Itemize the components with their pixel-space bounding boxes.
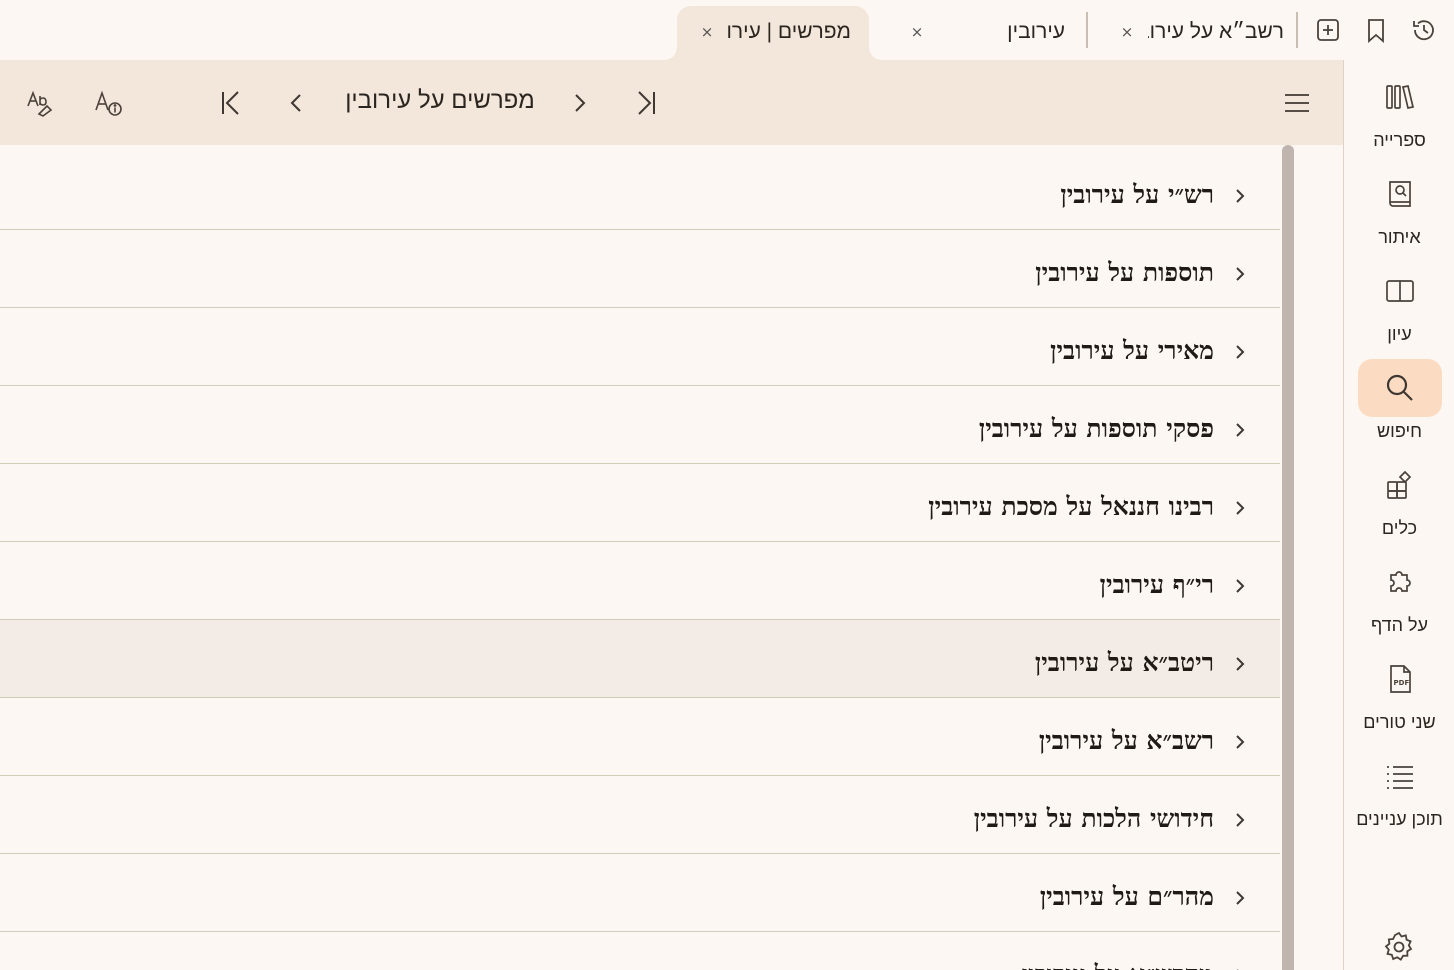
commentary-row[interactable]: תוספות על עירובין xyxy=(0,230,1280,308)
nav-label: איתור xyxy=(1378,227,1421,247)
tab-commentaries[interactable]: × מפרשים | עירובין xyxy=(665,6,881,60)
tools-icon xyxy=(1358,456,1442,514)
chevron-right-icon[interactable] xyxy=(1230,966,1250,970)
list-icon xyxy=(1358,747,1442,805)
toolbar: מפרשים על עירובין xyxy=(0,60,1343,145)
tab-eruvin[interactable]: × עירובין xyxy=(895,6,1085,60)
close-icon[interactable]: × xyxy=(697,22,717,42)
chevron-right-icon[interactable] xyxy=(1230,810,1250,830)
nav-label: תוכן עניינים xyxy=(1356,809,1443,829)
pdf-icon: PDF xyxy=(1358,650,1442,708)
first-page-icon[interactable] xyxy=(211,83,251,123)
nav-label: עיון xyxy=(1387,324,1412,344)
close-icon[interactable]: × xyxy=(907,22,927,42)
chevron-right-icon[interactable] xyxy=(1230,342,1250,362)
commentary-row[interactable]: רבינו חננאל על מסכת עירובין xyxy=(0,464,1280,542)
commentary-title: מהר״ם על עירובין xyxy=(1039,882,1214,911)
commentary-title: ריטב״א על עירובין xyxy=(1034,648,1214,677)
commentary-title: רבינו חננאל על מסכת עירובין xyxy=(928,492,1214,521)
gear-icon[interactable] xyxy=(1382,930,1416,964)
previous-icon[interactable] xyxy=(276,83,316,123)
open-book-icon xyxy=(1358,262,1442,320)
nav-label: שני טורים xyxy=(1363,712,1436,732)
commentary-title: חידושי הלכות על עירובין xyxy=(973,804,1214,833)
nav-library[interactable]: ספרייה xyxy=(1344,68,1454,164)
nav-study[interactable]: עיון xyxy=(1344,262,1454,358)
book-title: מפרשים על עירובין xyxy=(345,87,535,114)
tab-rashba[interactable]: × רשב״א על עירובין xyxy=(1110,6,1295,60)
commentary-row[interactable]: רש״י על עירובין xyxy=(0,152,1280,230)
commentary-row[interactable]: מהר״ם על עירובין xyxy=(0,854,1280,932)
tab-label: רשב״א על עירובין xyxy=(1148,20,1284,43)
commentary-row[interactable]: מאירי על עירובין xyxy=(0,308,1280,386)
history-icon[interactable] xyxy=(1410,16,1438,44)
commentary-row[interactable]: רשב״א על עירובין xyxy=(0,698,1280,776)
nav-search[interactable]: חיפוש xyxy=(1344,359,1454,455)
commentary-row[interactable]: פסקי תוספות על עירובין xyxy=(0,386,1280,464)
text-info-icon[interactable] xyxy=(88,83,128,123)
commentary-row[interactable]: רי״ף עירובין xyxy=(0,542,1280,620)
tab-divider xyxy=(1296,12,1298,48)
commentary-row[interactable]: חידושי הלכות על עירובין xyxy=(0,776,1280,854)
chevron-right-icon[interactable] xyxy=(1230,576,1250,596)
nav-two-columns[interactable]: PDF שני טורים xyxy=(1344,650,1454,746)
commentary-title: רשב״א על עירובין xyxy=(1038,726,1214,755)
nav-tools[interactable]: כלים xyxy=(1344,456,1454,552)
puzzle-icon xyxy=(1358,553,1442,611)
nav-label: כלים xyxy=(1381,518,1418,538)
tab-bar: × מפרשים | עירובין × עירובין × רשב״א על … xyxy=(0,0,1454,60)
svg-text:PDF: PDF xyxy=(1394,679,1410,687)
commentary-title: רש״י על עירובין xyxy=(1060,180,1214,209)
side-nav: ספרייה איתור עיון חיפוש כלים על הדף PDF xyxy=(1343,60,1454,970)
commentary-row-selected[interactable]: ריטב״א על עירובין xyxy=(0,620,1280,698)
search-icon xyxy=(1358,359,1442,417)
commentary-title: מהרש״א על עירובין xyxy=(1022,960,1214,970)
nav-label: על הדף xyxy=(1370,615,1429,635)
nav-label: ספרייה xyxy=(1373,130,1426,150)
next-icon[interactable] xyxy=(560,83,600,123)
chevron-right-icon[interactable] xyxy=(1230,264,1250,284)
scrollbar[interactable] xyxy=(1282,145,1294,970)
chevron-right-icon[interactable] xyxy=(1230,498,1250,518)
add-tab-icon[interactable] xyxy=(1314,16,1342,44)
chevron-right-icon[interactable] xyxy=(1230,732,1250,752)
nav-table-of-contents[interactable]: תוכן עניינים xyxy=(1344,747,1454,843)
tab-label: מפרשים | עירובין xyxy=(727,20,851,43)
commentary-title: פסקי תוספות על עירובין xyxy=(978,414,1214,443)
commentary-row[interactable]: מהרש״א על עירובין xyxy=(0,932,1280,970)
nav-on-page[interactable]: על הדף xyxy=(1344,553,1454,649)
font-style-icon[interactable] xyxy=(20,83,60,123)
commentary-list: רש״י על עירובין תוספות על עירובין מאירי … xyxy=(0,145,1280,970)
find-book-icon xyxy=(1358,165,1442,223)
bookmark-icon[interactable] xyxy=(1362,16,1390,44)
commentary-title: רי״ף עירובין xyxy=(1099,570,1214,599)
tab-label: עירובין xyxy=(1007,20,1065,43)
nav-label: חיפוש xyxy=(1377,421,1422,441)
menu-icon[interactable] xyxy=(1277,83,1317,123)
chevron-right-icon[interactable] xyxy=(1230,186,1250,206)
commentary-title: תוספות על עירובין xyxy=(1035,258,1214,287)
library-icon xyxy=(1358,68,1442,126)
chevron-right-icon[interactable] xyxy=(1230,654,1250,674)
last-page-icon[interactable] xyxy=(626,83,666,123)
chevron-right-icon[interactable] xyxy=(1230,420,1250,440)
commentary-title: מאירי על עירובין xyxy=(1050,336,1214,365)
nav-find[interactable]: איתור xyxy=(1344,165,1454,261)
close-icon[interactable]: × xyxy=(1117,22,1137,42)
chevron-right-icon[interactable] xyxy=(1230,888,1250,908)
tab-divider xyxy=(1086,12,1088,48)
